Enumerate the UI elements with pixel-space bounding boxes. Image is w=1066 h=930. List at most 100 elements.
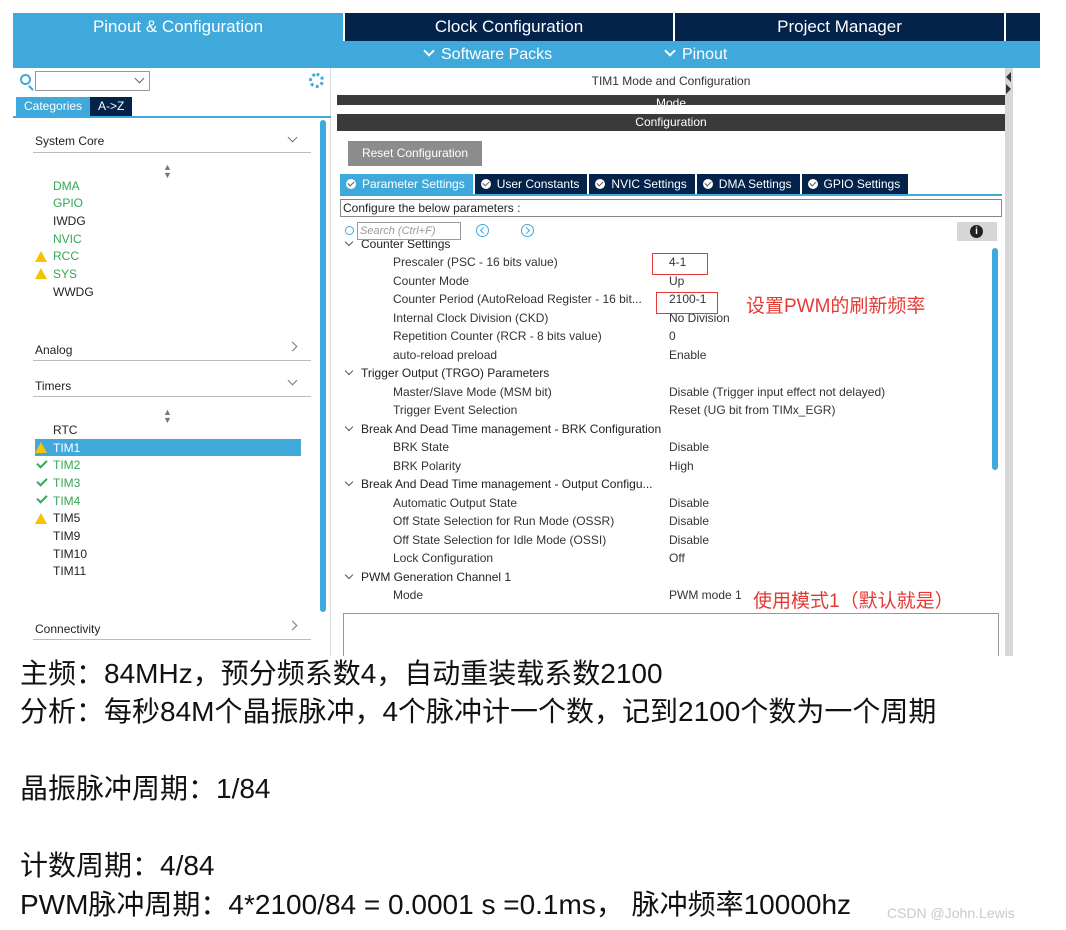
parameter-search-input[interactable]: Search (Ctrl+F) bbox=[357, 222, 461, 240]
sort-icon[interactable]: ▲ ▼ bbox=[163, 163, 172, 180]
list-item-gpio[interactable]: GPIO bbox=[53, 196, 83, 210]
chevron-down-icon[interactable] bbox=[287, 132, 298, 143]
param-value[interactable]: Disable bbox=[669, 494, 709, 512]
param-row-brk-state[interactable]: BRK State Disable bbox=[337, 438, 992, 456]
group-brk[interactable]: Break And Dead Time management - BRK Con… bbox=[337, 420, 992, 438]
param-value[interactable]: Off bbox=[669, 549, 685, 567]
param-row-trigger-event[interactable]: Trigger Event Selection Reset (UG bit fro… bbox=[337, 401, 992, 419]
tab-nvic-settings[interactable]: NVIC Settings bbox=[589, 174, 695, 194]
list-item-tim3[interactable]: TIM3 bbox=[53, 476, 80, 490]
chevron-down-icon[interactable] bbox=[134, 73, 145, 84]
tab-user-constants[interactable]: User Constants bbox=[474, 174, 588, 194]
tab-parameter-settings[interactable]: Parameter Settings bbox=[340, 174, 473, 194]
next-result-icon[interactable] bbox=[521, 224, 534, 237]
chevron-down-icon[interactable] bbox=[344, 240, 354, 247]
param-row-ossi[interactable]: Off State Selection for Idle Mode (OSSI)… bbox=[337, 531, 992, 549]
configure-hint: Configure the below parameters : bbox=[340, 199, 1002, 217]
divider bbox=[33, 360, 311, 361]
section-timers[interactable]: Timers bbox=[35, 379, 71, 393]
tab-gpio-settings[interactable]: GPIO Settings bbox=[801, 174, 909, 194]
param-name: Prescaler (PSC - 16 bits value) bbox=[393, 255, 558, 269]
group-pwm-channel-1[interactable]: PWM Generation Channel 1 bbox=[337, 568, 992, 586]
section-analog[interactable]: Analog bbox=[35, 343, 72, 357]
param-value[interactable]: PWM mode 1 bbox=[669, 586, 742, 604]
param-row-brk-polarity[interactable]: BRK Polarity High bbox=[337, 457, 992, 475]
left-scrollbar[interactable] bbox=[320, 120, 326, 612]
search-icon[interactable] bbox=[20, 74, 31, 85]
right-scrollbar[interactable] bbox=[992, 248, 998, 470]
param-name: Automatic Output State bbox=[393, 496, 518, 510]
tab-categories[interactable]: Categories bbox=[16, 97, 91, 116]
tab-underline bbox=[13, 116, 331, 118]
tab-clock-configuration[interactable]: Clock Configuration bbox=[345, 13, 675, 41]
group-trgo[interactable]: Trigger Output (TRGO) Parameters bbox=[337, 364, 992, 382]
side-collapse-handle[interactable] bbox=[1005, 68, 1013, 656]
main-tab-bar: Pinout & Configuration Clock Configurati… bbox=[13, 13, 1040, 41]
tab-project-manager[interactable]: Project Manager bbox=[675, 13, 1006, 41]
param-value[interactable]: Enable bbox=[669, 346, 706, 364]
list-item-tim2[interactable]: TIM2 bbox=[53, 458, 80, 472]
caption-line-2: 分析：每秒84M个晶振脉冲，4个脉冲计一个数，记到2100个数为一个周期 bbox=[20, 696, 937, 727]
check-circle-icon bbox=[702, 179, 713, 189]
param-name: Mode bbox=[393, 588, 424, 602]
chevron-down-icon[interactable] bbox=[344, 570, 354, 580]
list-item-rcc[interactable]: RCC bbox=[53, 249, 79, 263]
mode-band[interactable]: Mode bbox=[337, 95, 1005, 105]
info-button[interactable]: i bbox=[957, 222, 997, 241]
group-counter-settings[interactable]: Counter Settings bbox=[337, 240, 992, 253]
gear-icon[interactable] bbox=[309, 73, 324, 88]
param-row-rcr[interactable]: Repetition Counter (RCR - 8 bits value) 0 bbox=[337, 327, 992, 345]
configuration-band[interactable]: Configuration bbox=[337, 114, 1005, 131]
description-box bbox=[343, 613, 999, 656]
tab-pinout-configuration[interactable]: Pinout & Configuration bbox=[13, 13, 345, 41]
group-label: Counter Settings bbox=[361, 240, 451, 251]
category-search-combo[interactable] bbox=[35, 71, 150, 91]
param-value[interactable]: Disable (Trigger input effect not delaye… bbox=[669, 383, 885, 401]
param-row-ossr[interactable]: Off State Selection for Run Mode (OSSR) D… bbox=[337, 512, 992, 530]
chevron-right-icon[interactable] bbox=[287, 620, 298, 631]
list-item-dma[interactable]: DMA bbox=[53, 179, 80, 193]
list-item-sys[interactable]: SYS bbox=[53, 267, 77, 281]
param-row-aoe[interactable]: Automatic Output State Disable bbox=[337, 494, 992, 512]
reset-configuration-button[interactable]: Reset Configuration bbox=[348, 141, 482, 166]
group-output-config[interactable]: Break And Dead Time management - Output … bbox=[337, 475, 992, 493]
list-item-tim4[interactable]: TIM4 bbox=[53, 494, 80, 508]
param-value[interactable]: Disable bbox=[669, 531, 709, 549]
param-row-arpe[interactable]: auto-reload preload Enable bbox=[337, 346, 992, 364]
param-value[interactable]: 0 bbox=[669, 327, 676, 345]
param-name: Internal Clock Division (CKD) bbox=[393, 311, 549, 325]
software-packs-menu[interactable]: Software Packs bbox=[423, 41, 552, 68]
param-name: Trigger Event Selection bbox=[393, 403, 518, 417]
param-row-msm[interactable]: Master/Slave Mode (MSM bit) Disable (Trig… bbox=[337, 383, 992, 401]
chevron-down-icon[interactable] bbox=[344, 477, 354, 487]
list-item-tim9[interactable]: TIM9 bbox=[53, 529, 80, 543]
param-value[interactable]: High bbox=[669, 457, 694, 475]
pinout-menu[interactable]: Pinout bbox=[664, 41, 727, 68]
previous-result-icon[interactable] bbox=[476, 224, 489, 237]
tab-dma-settings[interactable]: DMA Settings bbox=[696, 174, 800, 194]
tab-label: NVIC Settings bbox=[611, 177, 687, 191]
chevron-down-icon[interactable] bbox=[287, 375, 298, 386]
chevron-down-icon[interactable] bbox=[344, 422, 354, 432]
param-name: auto-reload preload bbox=[393, 348, 498, 362]
sort-icon[interactable]: ▲ ▼ bbox=[163, 408, 172, 425]
list-item-wwdg[interactable]: WWDG bbox=[53, 285, 94, 299]
chevron-down-icon[interactable] bbox=[344, 366, 354, 376]
list-item-rtc[interactable]: RTC bbox=[53, 423, 77, 437]
list-item-iwdg[interactable]: IWDG bbox=[53, 214, 86, 228]
section-system-core[interactable]: System Core bbox=[35, 134, 104, 148]
list-item-tim11[interactable]: TIM11 bbox=[53, 564, 86, 578]
param-row-lock[interactable]: Lock Configuration Off bbox=[337, 549, 992, 567]
param-value[interactable]: Disable bbox=[669, 438, 709, 456]
chevron-right-icon[interactable] bbox=[287, 341, 298, 352]
tab-a-to-z[interactable]: A->Z bbox=[90, 97, 133, 116]
search-icon[interactable] bbox=[345, 226, 354, 235]
list-item-tim1[interactable]: TIM1 bbox=[53, 441, 80, 455]
section-connectivity[interactable]: Connectivity bbox=[35, 622, 100, 636]
param-value[interactable]: Disable bbox=[669, 512, 709, 530]
param-name: Counter Mode bbox=[393, 274, 470, 288]
list-item-tim10[interactable]: TIM10 bbox=[53, 547, 87, 561]
list-item-tim5[interactable]: TIM5 bbox=[53, 511, 80, 525]
list-item-nvic[interactable]: NVIC bbox=[53, 232, 82, 246]
param-value[interactable]: Reset (UG bit from TIMx_EGR) bbox=[669, 401, 835, 419]
